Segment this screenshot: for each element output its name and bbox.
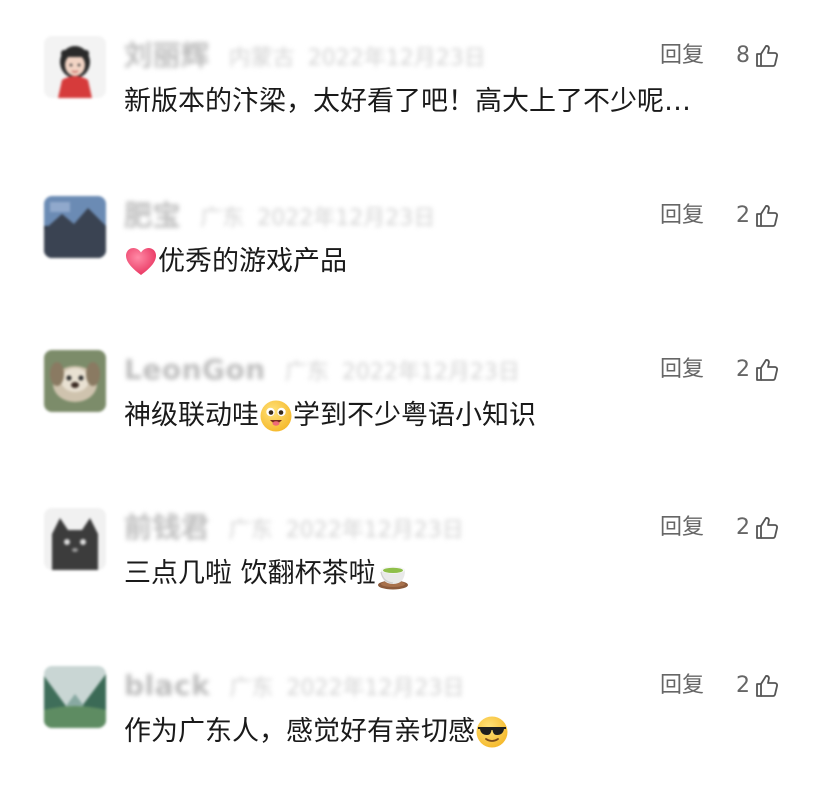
comment-author[interactable]: 刘丽辉 — [124, 39, 210, 72]
heart-emoji-icon — [124, 245, 158, 279]
avatar[interactable] — [44, 36, 106, 98]
avatar[interactable] — [44, 350, 106, 412]
comment-text: 新版本的汴梁，太好看了吧！高大上了不少呢… — [124, 82, 691, 122]
like-count: 2 — [736, 203, 750, 228]
comment-item: LeonGon 广东 2022年12月23日 回复 2 神级联动哇 学到不少粤语… — [0, 350, 832, 470]
comment-meta: black 广东 2022年12月23日 — [124, 666, 464, 706]
avatar-valley-green-icon — [44, 666, 106, 728]
comment-meta: 前钱君 广东 2022年12月23日 — [124, 508, 464, 548]
thumbs-up-icon — [756, 45, 778, 67]
avatar-landscape-dark-icon — [44, 196, 106, 258]
thumbs-up-icon — [756, 517, 778, 539]
sunglasses-face-emoji-icon — [475, 715, 509, 749]
comment-text: 优秀的游戏产品 — [124, 242, 347, 282]
like-button[interactable]: 2 — [736, 196, 780, 236]
comment-location: 广东 — [229, 676, 274, 701]
reply-button[interactable]: 回复 — [660, 508, 704, 548]
avatar-girl-red-icon — [44, 36, 106, 98]
comment-text: 神级联动哇 学到不少粤语小知识 — [124, 396, 536, 436]
comment-location: 广东 — [228, 518, 273, 543]
surprised-face-emoji-icon — [259, 399, 293, 433]
comment-author[interactable]: 肥宝 — [124, 199, 181, 232]
like-count: 2 — [736, 673, 750, 698]
comment-text: 三点几啦 饮翻杯茶啦 — [124, 554, 410, 594]
avatar[interactable] — [44, 196, 106, 258]
avatar-dog-icon — [44, 350, 106, 412]
like-button[interactable]: 2 — [736, 508, 780, 548]
thumbs-up-icon — [756, 675, 778, 697]
comment-author[interactable]: 前钱君 — [124, 511, 210, 544]
comment-author[interactable]: LeonGon — [124, 353, 266, 386]
reply-button[interactable]: 回复 — [660, 666, 704, 706]
comment-item: 前钱君 广东 2022年12月23日 回复 2 三点几啦 饮翻杯茶啦 — [0, 508, 832, 628]
comment-item: 肥宝 广东 2022年12月23日 回复 2 优秀的游戏产品 — [0, 196, 832, 316]
comment-meta: 肥宝 广东 2022年12月23日 — [124, 196, 435, 236]
comment-date: 2022年12月23日 — [341, 360, 520, 385]
comment-item: 刘丽辉 内蒙古 2022年12月23日 回复 8 新版本的汴梁，太好看了吧！高大… — [0, 36, 832, 156]
comment-date: 2022年12月23日 — [307, 46, 486, 71]
avatar[interactable] — [44, 666, 106, 728]
like-count: 8 — [736, 43, 750, 68]
reply-button[interactable]: 回复 — [660, 196, 704, 236]
reply-button[interactable]: 回复 — [660, 36, 704, 76]
comment-date: 2022年12月23日 — [286, 676, 465, 701]
reply-button[interactable]: 回复 — [660, 350, 704, 390]
like-button[interactable]: 2 — [736, 666, 780, 706]
comment-text-content: 三点几啦 饮翻杯茶啦 — [124, 558, 376, 589]
comment-date: 2022年12月23日 — [257, 206, 436, 231]
comment-date: 2022年12月23日 — [285, 518, 464, 543]
comment-author[interactable]: black — [124, 669, 210, 702]
avatar[interactable] — [44, 508, 106, 570]
thumbs-up-icon — [756, 205, 778, 227]
comment-text-content: 新版本的汴梁，太好看了吧！高大上了不少呢… — [124, 86, 691, 117]
comment-text-content: 神级联动哇 — [124, 400, 259, 431]
comment-item: black 广东 2022年12月23日 回复 2 作为广东人，感觉好有亲切感 — [0, 666, 832, 786]
comment-text-content: 学到不少粤语小知识 — [293, 400, 536, 431]
like-count: 2 — [736, 515, 750, 540]
comment-text-content: 作为广东人，感觉好有亲切感 — [124, 716, 475, 747]
like-button[interactable]: 8 — [736, 36, 780, 76]
comment-location: 广东 — [284, 360, 329, 385]
thumbs-up-icon — [756, 359, 778, 381]
like-button[interactable]: 2 — [736, 350, 780, 390]
comment-location: 内蒙古 — [228, 46, 295, 71]
comment-text-content: 优秀的游戏产品 — [158, 246, 347, 277]
avatar-cat-dark-icon — [44, 508, 106, 570]
comment-location: 广东 — [200, 206, 245, 231]
comment-text: 作为广东人，感觉好有亲切感 — [124, 712, 509, 752]
tea-cup-emoji-icon — [376, 557, 410, 591]
comment-meta: LeonGon 广东 2022年12月23日 — [124, 350, 520, 390]
like-count: 2 — [736, 357, 750, 382]
comment-meta: 刘丽辉 内蒙古 2022年12月23日 — [124, 36, 486, 76]
